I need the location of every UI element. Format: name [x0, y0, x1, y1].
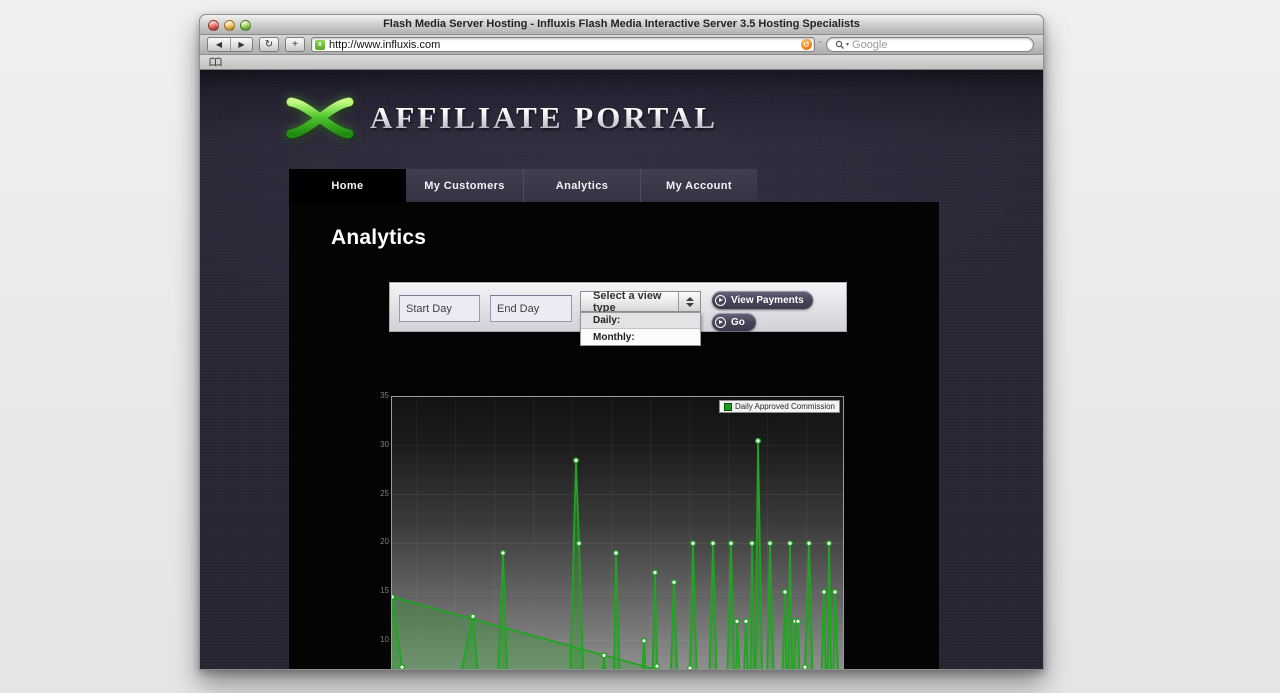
legend-label: Daily Approved Commission — [735, 403, 835, 411]
legend-swatch-icon — [724, 403, 732, 411]
tab-analytics[interactable]: Analytics — [523, 169, 640, 202]
logo-wordmark: AFFILIATE PORTAL — [370, 102, 718, 133]
address-bar[interactable]: x http://www.influxis.com ↺ — [311, 37, 815, 52]
go-label: Go — [731, 317, 745, 328]
option-daily[interactable]: Daily: — [581, 313, 700, 329]
y-tick-label: 20 — [380, 538, 389, 546]
history-nav: ◀ ▶ — [207, 37, 253, 52]
tab-my-customers[interactable]: My Customers — [406, 169, 523, 202]
y-tick-label: 30 — [380, 441, 389, 449]
tab-home[interactable]: Home — [289, 169, 406, 202]
page-title: Analytics — [331, 226, 426, 250]
reload-icon: ↻ — [265, 39, 273, 50]
search-placeholder: Google — [852, 39, 887, 51]
window-title: Flash Media Server Hosting - Influxis Fl… — [200, 18, 1043, 30]
logo-icon-wrap — [284, 94, 356, 147]
tab-my-account[interactable]: My Account — [640, 169, 757, 202]
view-payments-label: View Payments — [731, 295, 804, 306]
y-tick-label: 25 — [380, 490, 389, 498]
y-tick-label: 35 — [380, 392, 389, 400]
snapback-icon[interactable]: ↺ — [801, 39, 812, 50]
commission-chart: Daily Approved Commission — [391, 396, 844, 669]
tab-home-label: Home — [331, 180, 363, 192]
search-icon: ▾ — [835, 40, 849, 50]
bookmarks-bar — [200, 55, 1043, 70]
google-search-field[interactable]: ▾ Google — [826, 37, 1034, 52]
site-favicon-icon: x — [315, 40, 325, 50]
tab-analytics-label: Analytics — [556, 180, 609, 192]
webpage-content: AFFILIATE PORTAL Home My Customers Analy… — [200, 70, 1043, 669]
plus-icon: + — [292, 39, 298, 50]
start-day-input[interactable] — [399, 295, 480, 322]
desktop-background: Flash Media Server Hosting - Influxis Fl… — [0, 0, 1280, 693]
forward-icon: ▶ — [238, 40, 244, 49]
view-type-options: Daily: Monthly: — [580, 312, 701, 346]
stepper-down-icon — [686, 303, 694, 307]
back-button[interactable]: ◀ — [208, 38, 230, 51]
play-icon — [715, 295, 726, 306]
tab-my-account-label: My Account — [666, 180, 732, 192]
analytics-filter-bar: Select a view type Daily: Monthly: View … — [389, 282, 847, 332]
option-monthly[interactable]: Monthly: — [581, 329, 700, 345]
chart-plot — [392, 397, 845, 669]
search-dropdown-icon: ▾ — [846, 41, 849, 48]
view-type-select[interactable]: Select a view type — [580, 291, 701, 312]
y-tick-label: 15 — [380, 587, 389, 595]
back-icon: ◀ — [216, 40, 222, 49]
site-logo: AFFILIATE PORTAL — [284, 94, 718, 147]
chart-y-axis-labels: 35 30 25 20 15 10 — [371, 392, 389, 669]
add-bookmark-button[interactable]: + — [285, 37, 305, 52]
url-text: http://www.influxis.com — [329, 39, 801, 51]
main-nav-tabs: Home My Customers Analytics My Account — [289, 169, 758, 202]
go-button[interactable]: Go — [712, 313, 756, 331]
influxis-x-icon — [284, 94, 356, 142]
end-day-input[interactable] — [490, 295, 572, 322]
play-icon — [715, 317, 726, 328]
forward-button[interactable]: ▶ — [230, 38, 252, 51]
toolbar-divider-caret: ˆ — [819, 42, 822, 48]
bookmarks-book-icon[interactable] — [209, 57, 222, 67]
browser-toolbar: ◀ ▶ ↻ + x http://www.influxis.com ↺ ˆ ▾ … — [200, 35, 1043, 55]
y-tick-label: 10 — [380, 636, 389, 644]
browser-titlebar: Flash Media Server Hosting - Influxis Fl… — [200, 15, 1043, 35]
view-type-select-label: Select a view type — [581, 292, 678, 311]
view-payments-button[interactable]: View Payments — [712, 291, 813, 309]
stepper-up-icon — [686, 297, 694, 301]
tab-my-customers-label: My Customers — [424, 180, 505, 192]
browser-window: Flash Media Server Hosting - Influxis Fl… — [199, 14, 1044, 670]
select-stepper-icon[interactable] — [678, 292, 700, 311]
main-panel: Analytics Select a view type Daily: Mont… — [289, 202, 939, 669]
chart-legend: Daily Approved Commission — [719, 400, 840, 413]
reload-button[interactable]: ↻ — [259, 37, 279, 52]
